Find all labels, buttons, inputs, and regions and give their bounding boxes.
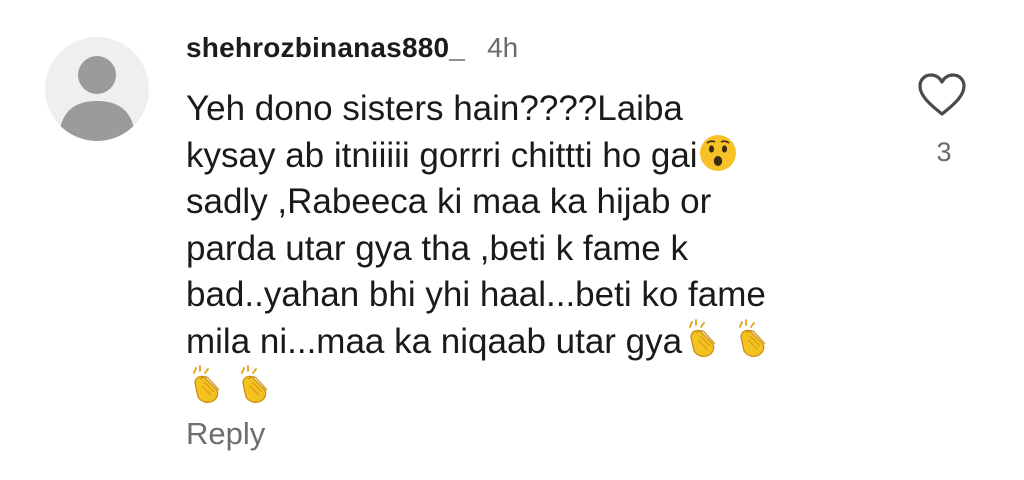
comment-header: shehrozbinanas880_ 4h: [186, 32, 518, 64]
comment-line: kysay ab itniiiii gorrri chittti ho gai: [186, 133, 886, 180]
like-button[interactable]: [916, 72, 968, 118]
like-count: 3: [936, 137, 952, 167]
comment-line: mila ni...maa ka niqaab utar gya: [186, 318, 886, 366]
comment-line: sadly ,Rabeeca ki maa ka hijab or: [186, 182, 712, 221]
comment-item: shehrozbinanas880_ 4h Yeh dono sisters h…: [0, 0, 1024, 480]
reply-button[interactable]: Reply: [186, 416, 265, 452]
comment-text: Yeh dono sisters hain????Laiba kysay ab …: [186, 86, 886, 412]
clapping-hands-icon: [186, 365, 226, 405]
comment-line: bad..yahan bhi yhi haal...beti ko fame: [186, 275, 766, 314]
avatar[interactable]: [45, 37, 149, 141]
username-link[interactable]: shehrozbinanas880_: [186, 32, 465, 64]
default-user-icon: [59, 56, 135, 141]
astonished-face-icon: [698, 133, 738, 173]
comment-line: parda utar gya tha ,beti k fame k: [186, 228, 688, 268]
comment-line: [186, 365, 886, 412]
clapping-hands-icon: [234, 365, 274, 405]
comment-line: Yeh dono sisters hain????Laiba: [186, 89, 683, 128]
clapping-hands-icon: [682, 318, 722, 359]
heart-icon: [918, 73, 966, 116]
timestamp: 4h: [487, 32, 519, 63]
clapping-hands-icon: [732, 318, 772, 359]
